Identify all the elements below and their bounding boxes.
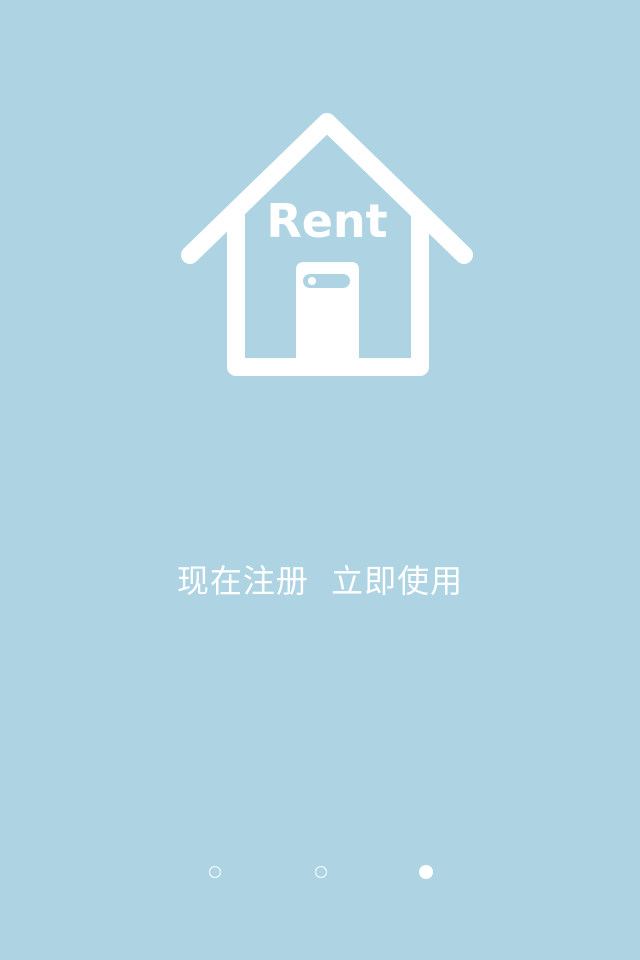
- page-dot-3-active[interactable]: [419, 865, 433, 879]
- onboarding-screen: Rent 现在注册 立即使用: [0, 0, 640, 960]
- logo-text: Rent: [266, 194, 387, 248]
- house-icon: Rent: [181, 113, 473, 376]
- slogan-text: 现在注册 立即使用: [176, 562, 464, 600]
- page-indicator: [0, 864, 640, 884]
- page-dot-1[interactable]: [209, 866, 221, 878]
- rent-logo: Rent: [170, 105, 485, 390]
- page-dot-2[interactable]: [315, 866, 327, 878]
